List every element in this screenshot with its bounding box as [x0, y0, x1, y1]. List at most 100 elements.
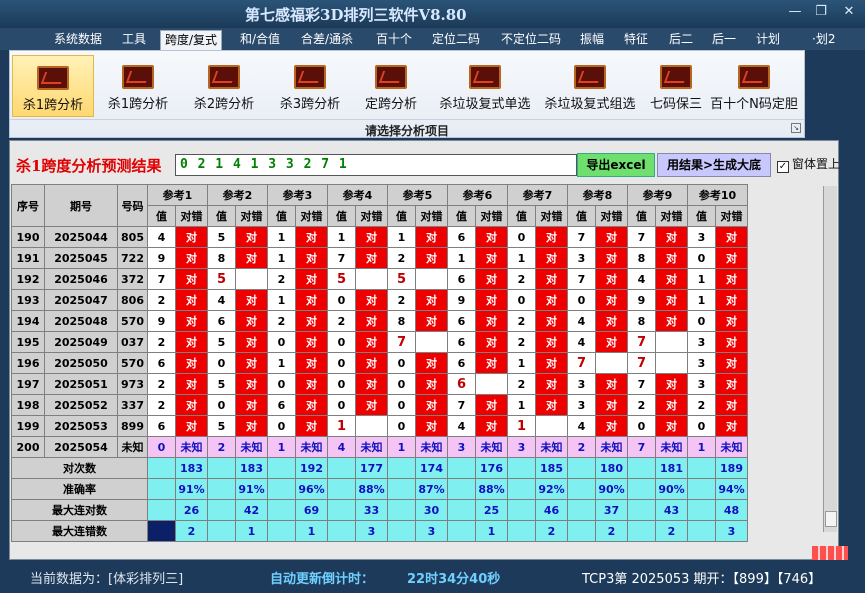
- ribbon-button[interactable]: 杀1跨分析: [12, 55, 94, 117]
- table-row[interactable]: 191 2025045 722 9 对 8 对 1 对 7 对 2 对 1 对 1 对 3 对 8 对 0 对: [11, 247, 748, 269]
- minimize-icon[interactable]: —: [782, 4, 808, 22]
- value-cell: 1: [327, 415, 356, 437]
- value-cell: 4: [147, 226, 176, 248]
- value-header: 值: [267, 205, 296, 227]
- export-excel-button[interactable]: 导出excel: [577, 153, 655, 177]
- value-cell: 1: [267, 352, 296, 374]
- value-cell: 4: [567, 331, 596, 353]
- value-header: 值: [387, 205, 416, 227]
- menu-item[interactable]: 后二: [665, 30, 697, 50]
- table-row[interactable]: 190 2025044 805 4 对 5 对 1 对 1 对 1 对 6 对 0 对 7 对 7 对 3 对: [11, 226, 748, 248]
- ribbon-button[interactable]: 杀垃圾复式组选: [540, 55, 640, 117]
- menu-item[interactable]: 工具: [118, 30, 150, 50]
- table-row[interactable]: 196 2025050 570 6 对 0 对 1 对 0 对 0 对 6 对 1 对 7 7 3 对: [11, 352, 748, 374]
- stats-row: 准确率 91% 91% 96% 88% 87% 88% 92% 90% 90% 94%: [11, 478, 748, 500]
- value-cell: 2: [327, 310, 356, 332]
- stats-spacer: [627, 499, 656, 521]
- match-cell: 对: [415, 394, 448, 416]
- menu-item[interactable]: 定位二码: [428, 30, 484, 50]
- match-cell: 未知: [535, 436, 568, 458]
- seq-cell: 197: [11, 373, 45, 395]
- stats-value: 46: [535, 499, 568, 521]
- match-cell: 对: [235, 289, 268, 311]
- match-cell: 未知: [295, 436, 328, 458]
- stats-spacer: [387, 499, 416, 521]
- menu-item[interactable]: ·划2: [808, 30, 839, 50]
- chart-icon: [660, 65, 692, 89]
- table-row[interactable]: 193 2025047 806 2 对 4 对 1 对 0 对 2 对 9 对 0 对 0 对 9 对 1 对: [11, 289, 748, 311]
- code-cell: 805: [117, 226, 148, 248]
- table-row[interactable]: 199 2025053 899 6 对 5 对 0 对 1 0 对 4 对 1 4 对 0 对 0 对: [11, 415, 748, 437]
- restore-icon[interactable]: ❐: [808, 4, 834, 22]
- checkbox-icon[interactable]: ✓: [777, 161, 789, 173]
- match-cell: 未知: [415, 436, 448, 458]
- table-row[interactable]: 195 2025049 037 2 对 5 对 0 对 0 对 7 6 对 2 对 4 对 7 3 对: [11, 331, 748, 353]
- menu-item[interactable]: 计划: [752, 30, 784, 50]
- ref-header: 参考9: [627, 184, 688, 206]
- menu-item[interactable]: 振幅: [576, 30, 608, 50]
- table-row[interactable]: 194 2025048 570 9 对 6 对 2 对 2 对 8 对 6 对 2 对 4 对 8 对 0 对: [11, 310, 748, 332]
- value-cell: 2: [207, 436, 236, 458]
- match-cell: 对: [295, 289, 328, 311]
- value-cell: 2: [147, 373, 176, 395]
- match-cell: 未知: [175, 436, 208, 458]
- match-cell: 对: [715, 352, 748, 374]
- menu-item[interactable]: 系统数据: [50, 30, 106, 50]
- countdown-label: 自动更新倒计时：: [270, 572, 375, 587]
- stats-label: 对次数: [11, 457, 148, 479]
- match-cell: 对: [715, 331, 748, 353]
- ribbon-button[interactable]: 杀1跨分析: [98, 55, 178, 117]
- value-cell: 0: [267, 331, 296, 353]
- scroll-thumb[interactable]: [825, 511, 837, 527]
- ribbon-button[interactable]: 定跨分析: [353, 55, 429, 117]
- stats-value: 174: [415, 457, 448, 479]
- stats-row: 最大连对数 26 42 69 33 30 25 46 37 43 48: [11, 499, 748, 521]
- ribbon-launcher-icon[interactable]: ↘: [791, 123, 801, 133]
- code-cell: 337: [117, 394, 148, 416]
- match-cell: [475, 373, 508, 395]
- table-row[interactable]: 192 2025046 372 7 对 5 2 对 5 5 6 对 2 对 7 对 4 对 1 对: [11, 268, 748, 290]
- menu-item[interactable]: 跨度/复式: [160, 30, 223, 50]
- match-header: 对错: [595, 205, 628, 227]
- menu-item[interactable]: 后一: [708, 30, 740, 50]
- ribbon-button[interactable]: 杀垃圾复式单选: [432, 55, 538, 117]
- vertical-scrollbar[interactable]: [823, 186, 837, 532]
- match-cell: 对: [415, 289, 448, 311]
- stay-on-top-checkbox[interactable]: ✓ 窗体置上: [777, 155, 840, 173]
- stats-value: 90%: [655, 478, 688, 500]
- stats-value: 96%: [295, 478, 328, 500]
- ribbon-button[interactable]: 杀2跨分析: [183, 55, 265, 117]
- stats-spacer: [567, 457, 596, 479]
- title-bar: 第七感福彩3D排列三软件V8.80 — ❐ ✕: [0, 0, 865, 28]
- ribbon-caption: 请选择分析项目: [10, 119, 804, 139]
- menu-item[interactable]: 百十个: [372, 30, 416, 50]
- menu-item[interactable]: 和/合值: [236, 30, 284, 50]
- period-cell: 2025054: [44, 436, 118, 458]
- stats-value: 183: [235, 457, 268, 479]
- menu-item[interactable]: 不定位二码: [497, 30, 565, 50]
- match-cell: 对: [355, 331, 388, 353]
- value-cell: 0: [387, 394, 416, 416]
- stats-spacer: [147, 478, 176, 500]
- match-cell: 对: [535, 373, 568, 395]
- ribbon-button[interactable]: 七码保三: [642, 55, 710, 117]
- match-cell: 对: [535, 247, 568, 269]
- match-cell: 对: [475, 310, 508, 332]
- ribbon-button[interactable]: 杀3跨分析: [269, 55, 351, 117]
- menu-item[interactable]: 特征: [620, 30, 652, 50]
- value-cell: 1: [507, 352, 536, 374]
- match-cell: 对: [235, 226, 268, 248]
- table-row[interactable]: 198 2025052 337 2 对 0 对 6 对 0 对 0 对 7 对 1 对 3 对 2 对 2 对: [11, 394, 748, 416]
- menu-item[interactable]: 合差/通杀: [297, 30, 357, 50]
- value-cell: 7: [447, 394, 476, 416]
- match-cell: 对: [475, 415, 508, 437]
- generate-base-button[interactable]: 用结果>生成大底: [657, 153, 771, 177]
- value-cell: 6: [447, 331, 476, 353]
- ribbon-button[interactable]: 百十个N码定胆: [710, 55, 798, 117]
- pending-row[interactable]: 200 2025054 未知 0 未知 2 未知 1 未知 4 未知 1 未知 3 未知 3 未知 2 未知 7 未知 1…: [11, 436, 748, 458]
- result-field[interactable]: 0 2 1 4 1 3 3 2 7 1: [175, 154, 577, 176]
- table-row[interactable]: 197 2025051 973 2 对 5 对 0 对 0 对 0 对 6 2 对 3 对 7 对 3 对: [11, 373, 748, 395]
- match-cell: 对: [655, 226, 688, 248]
- value-cell: 0: [687, 310, 716, 332]
- close-icon[interactable]: ✕: [836, 4, 862, 22]
